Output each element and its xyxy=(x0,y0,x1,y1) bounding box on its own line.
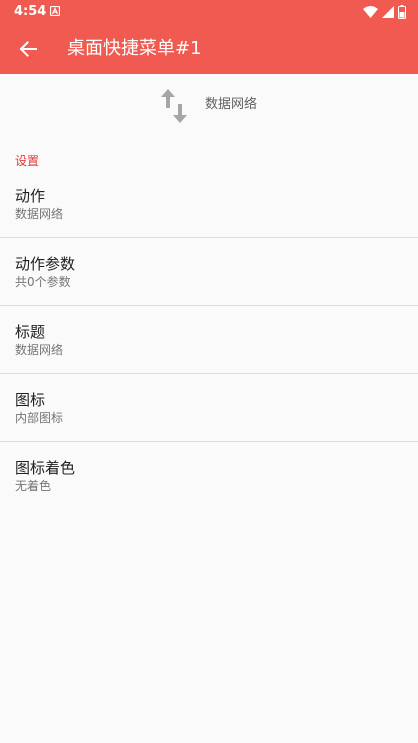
data-network-arrows-icon xyxy=(161,89,187,123)
setting-summary: 无着色 xyxy=(15,479,52,493)
status-time: 4:54 xyxy=(14,4,47,19)
page-title: 桌面快捷菜单#1 xyxy=(67,38,202,59)
app-toolbar: 桌面快捷菜单#1 xyxy=(0,24,418,74)
status-bar: 4:54 xyxy=(0,0,418,24)
shortcut-preview: 数据网络 xyxy=(0,74,418,138)
back-button[interactable] xyxy=(8,29,48,69)
battery-icon xyxy=(398,5,406,19)
setting-action[interactable]: 动作 数据网络 xyxy=(0,170,418,238)
setting-summary: 共0个参数 xyxy=(15,275,71,289)
setting-summary: 数据网络 xyxy=(15,343,64,357)
wifi-icon xyxy=(363,6,378,18)
setting-title: 动作 xyxy=(15,187,46,205)
setting-action-params[interactable]: 动作参数 共0个参数 xyxy=(0,238,418,306)
setting-title: 图标 xyxy=(15,391,46,409)
notification-a-icon xyxy=(50,6,60,16)
setting-summary: 数据网络 xyxy=(15,207,64,221)
setting-summary: 内部图标 xyxy=(15,411,64,425)
arrow-back-icon xyxy=(19,41,37,57)
section-header-settings: 设置 xyxy=(15,154,40,168)
status-icons xyxy=(363,5,406,19)
setting-title-item[interactable]: 标题 数据网络 xyxy=(0,306,418,374)
setting-title: 动作参数 xyxy=(15,255,76,273)
setting-icon[interactable]: 图标 内部图标 xyxy=(0,374,418,442)
signal-icon xyxy=(382,6,394,18)
setting-title: 标题 xyxy=(15,323,46,341)
settings-list: 动作 数据网络 动作参数 共0个参数 标题 数据网络 图标 内部图标 图标着色 … xyxy=(0,170,418,510)
setting-icon-tint[interactable]: 图标着色 无着色 xyxy=(0,442,418,510)
setting-title: 图标着色 xyxy=(15,459,76,477)
preview-label: 数据网络 xyxy=(205,97,258,112)
